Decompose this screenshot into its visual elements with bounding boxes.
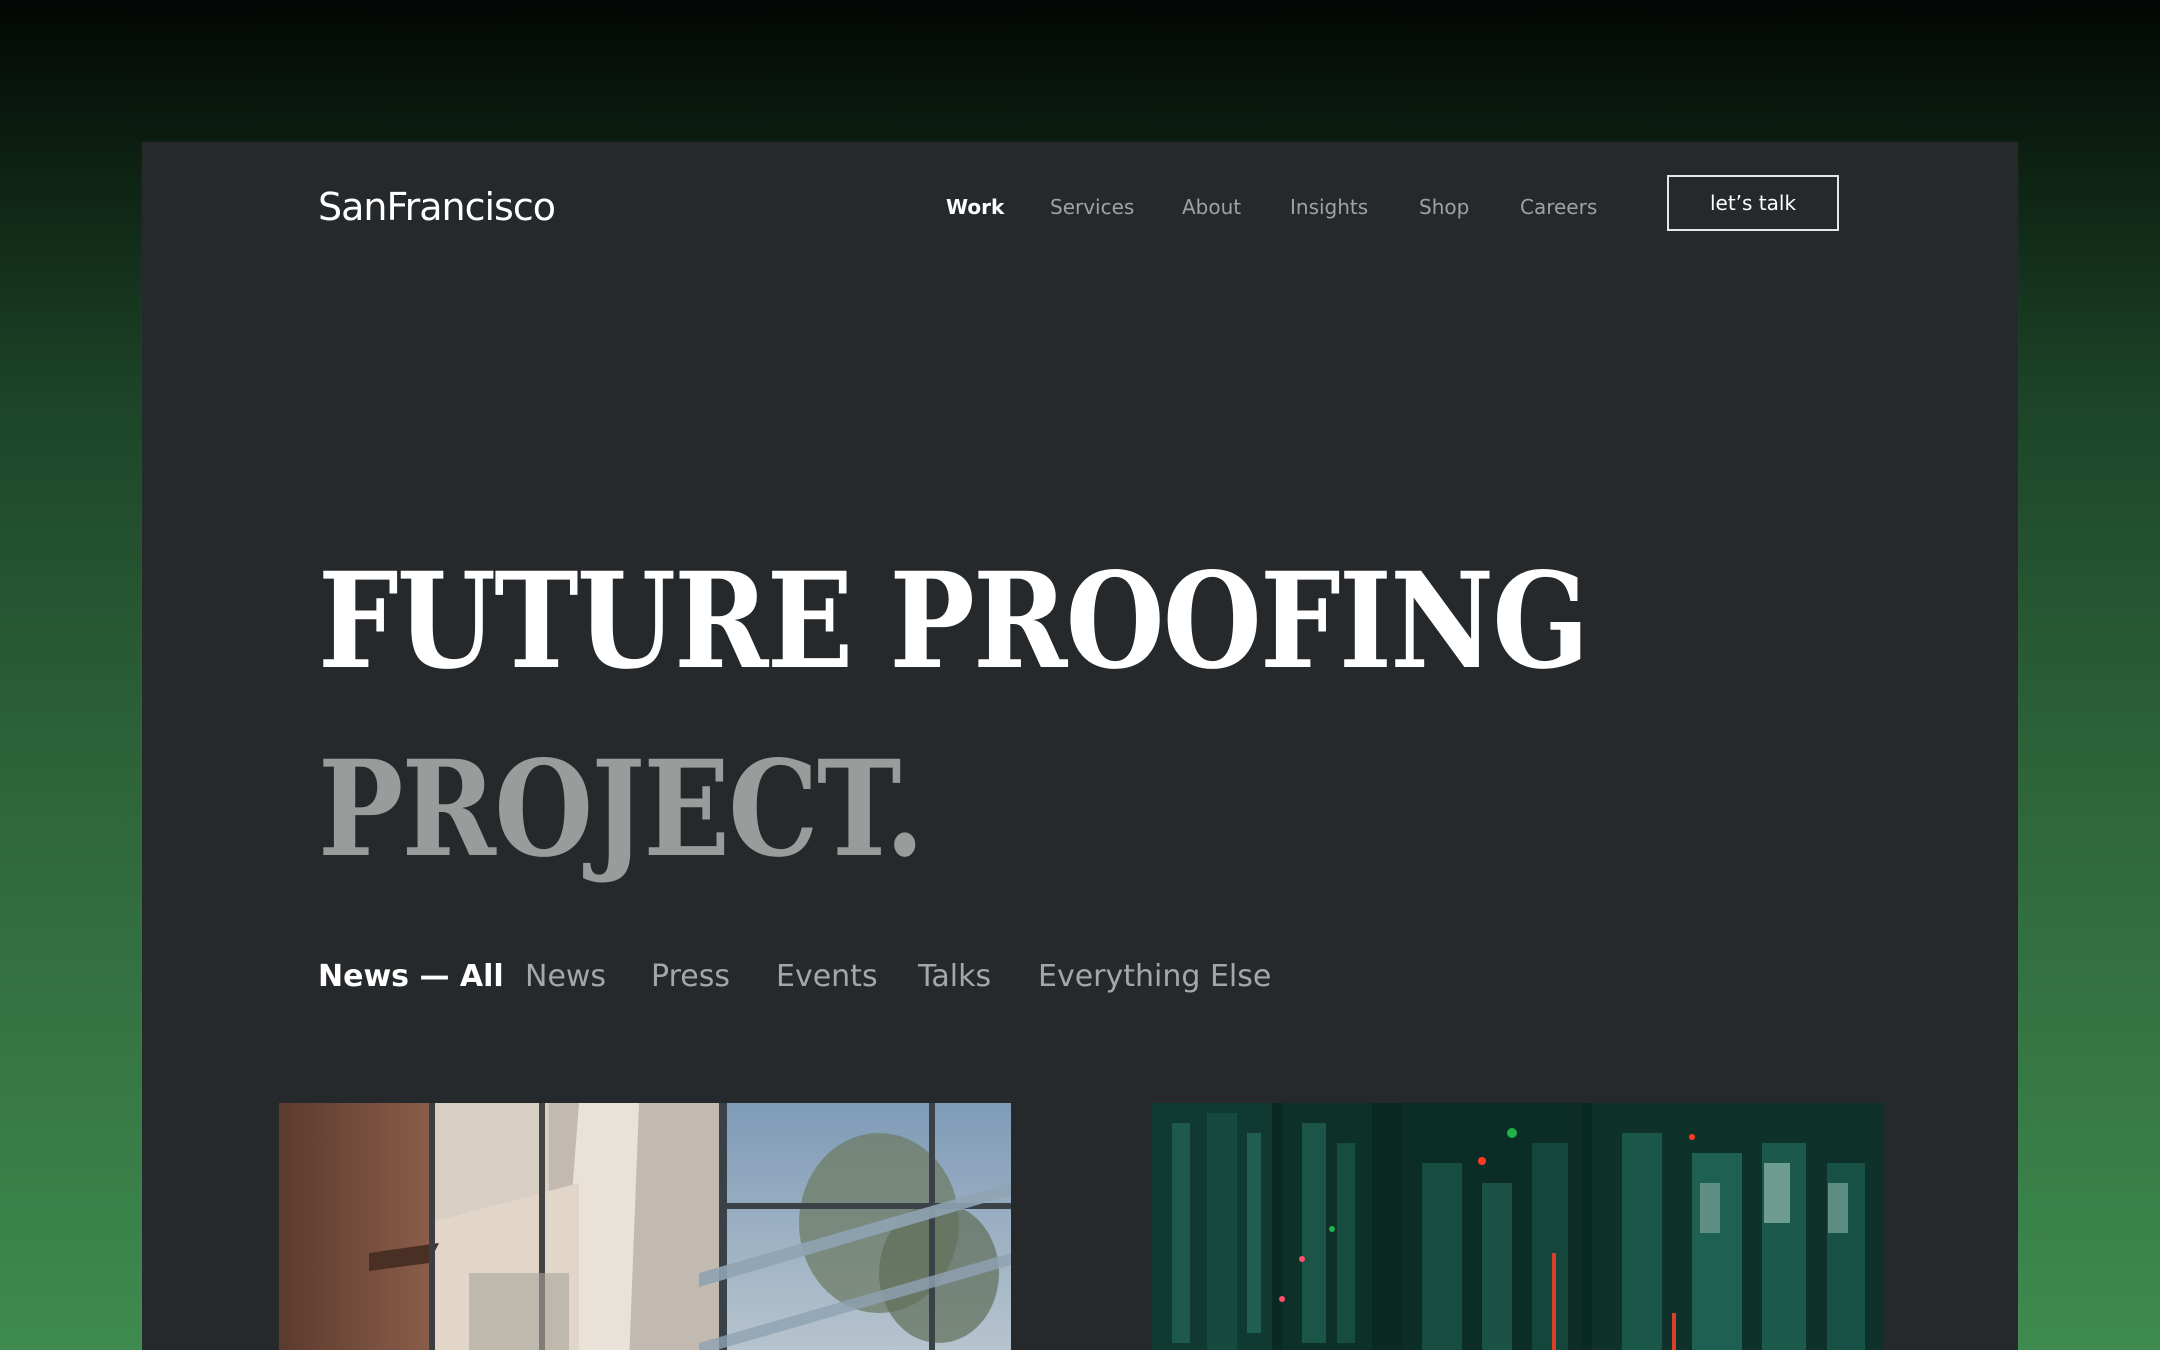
nav-item-about[interactable]: About: [1182, 182, 1241, 232]
browser-page-frame: SanFrancisco Work Services About Insight…: [142, 142, 2018, 1350]
nav-item-services[interactable]: Services: [1050, 182, 1134, 232]
building-photo-icon: [279, 1103, 1011, 1350]
nav-item-work[interactable]: Work: [946, 182, 1004, 232]
filter-tab-talks[interactable]: Talks: [918, 952, 991, 1002]
nav-item-insights[interactable]: Insights: [1290, 182, 1368, 232]
filter-tab-events[interactable]: Events: [776, 952, 878, 1002]
filter-tab-everything-else[interactable]: Everything Else: [1038, 952, 1271, 1002]
hero-title-line-2: PROJECT.: [318, 732, 925, 887]
news-card-building[interactable]: [279, 1103, 1011, 1350]
nav-item-shop[interactable]: Shop: [1419, 182, 1469, 232]
filter-tab-press[interactable]: Press: [651, 952, 730, 1002]
server-rack-photo-icon: [1152, 1103, 1884, 1350]
news-card-server-room[interactable]: [1152, 1103, 1884, 1350]
lets-talk-button[interactable]: let’s talk: [1667, 175, 1839, 231]
news-filter-tabs: News — All News Press Events Talks Every…: [142, 952, 2018, 1002]
filter-tab-news[interactable]: News: [525, 952, 606, 1002]
hero-title-line-1: FUTURE PROOFING: [318, 544, 1589, 699]
nav-item-careers[interactable]: Careers: [1520, 182, 1597, 232]
filter-tab-news-all[interactable]: News — All: [318, 952, 504, 1002]
